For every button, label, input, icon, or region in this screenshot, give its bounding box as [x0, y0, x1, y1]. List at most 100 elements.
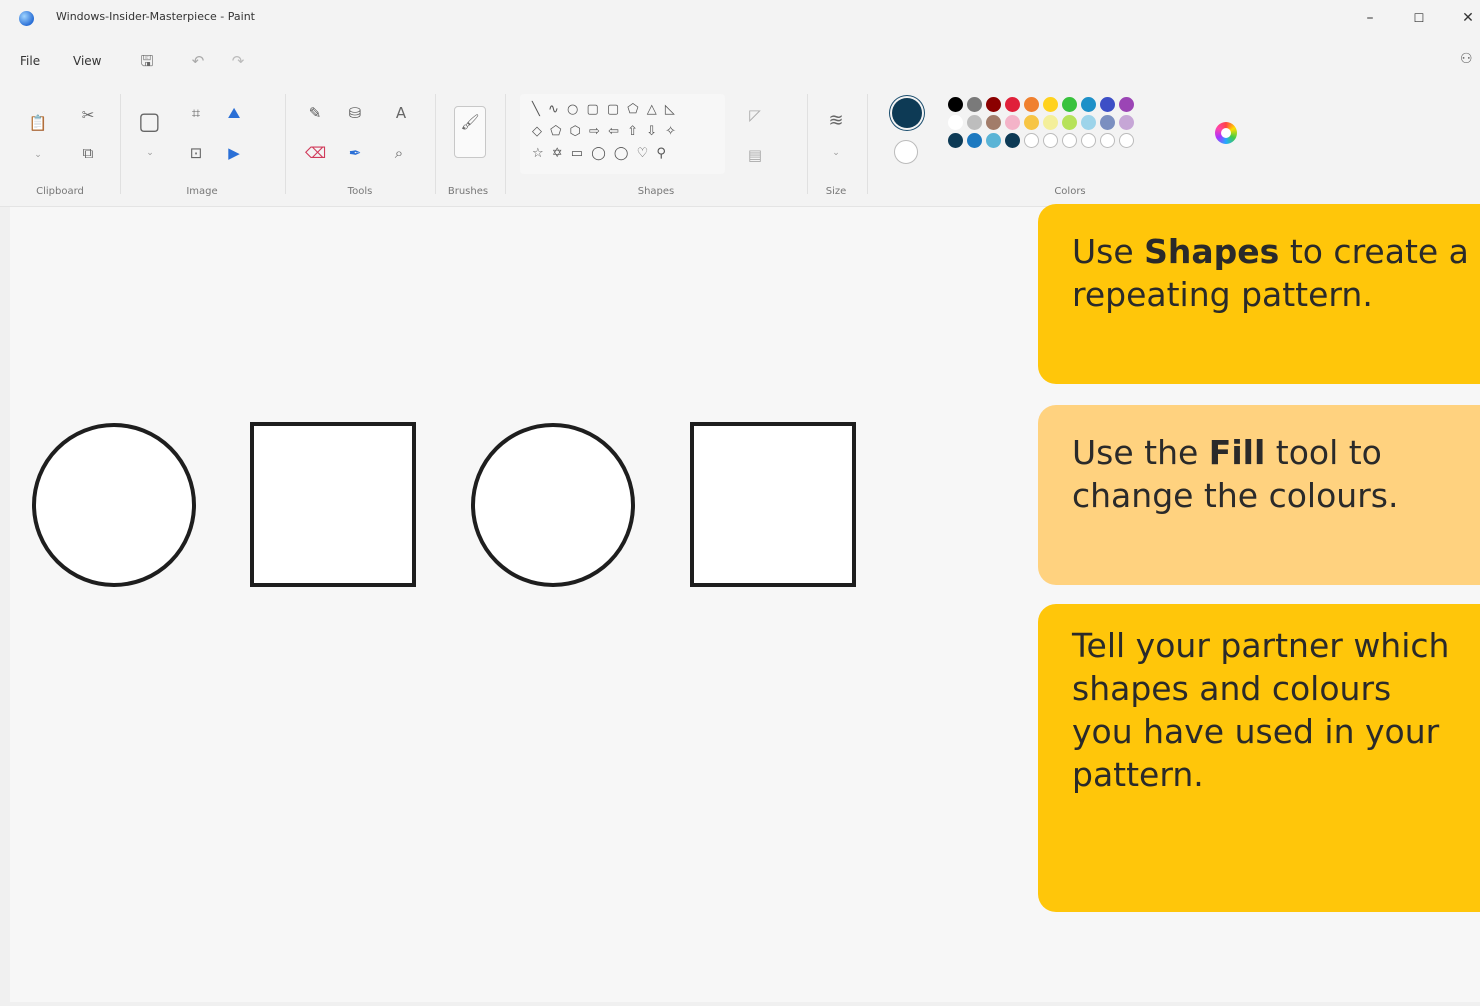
color-swatch[interactable] — [1005, 115, 1020, 130]
color-swatch[interactable] — [1100, 115, 1115, 130]
magnifier-icon[interactable]: ⌕ — [389, 144, 409, 162]
color-swatch[interactable] — [1119, 133, 1134, 148]
color-swatch[interactable] — [1005, 133, 1020, 148]
ribbon-separator — [120, 94, 121, 194]
brushes-group: 🖌 Brushes — [437, 84, 499, 207]
color-swatch[interactable] — [1119, 115, 1134, 130]
color-swatch[interactable] — [1024, 115, 1039, 130]
window-title: Windows-Insider-Masterpiece - Paint — [56, 10, 255, 23]
circle-shape[interactable] — [471, 423, 635, 587]
circle-shape[interactable] — [32, 423, 196, 587]
crop-icon[interactable]: ⌗ — [186, 104, 206, 122]
rotate-icon[interactable]: ▶ — [224, 144, 244, 162]
shapes-row-2[interactable]: ◇ ⬠ ⬡ ⇨ ⇦ ⇧ ⇩ ✧ — [532, 124, 678, 139]
color-swatch[interactable] — [1005, 97, 1020, 112]
clipboard-group: 📋 ⌄ ✂ ⧉ Clipboard — [0, 84, 120, 207]
minimize-button[interactable]: – — [1350, 4, 1390, 32]
square-shape[interactable] — [250, 422, 416, 587]
color-swatch[interactable] — [1100, 97, 1115, 112]
save-icon[interactable]: 🖫 — [137, 51, 157, 71]
select-dropdown-icon[interactable]: ⌄ — [140, 144, 160, 162]
color-swatch[interactable] — [1024, 133, 1039, 148]
color-swatch[interactable] — [986, 115, 1001, 130]
group-label-tools: Tools — [347, 186, 373, 197]
shapes-gallery[interactable]: ╲ ∿ ○ ▢ ▢ ⬠ △ ◺ ◇ ⬠ ⬡ ⇨ ⇦ ⇧ ⇩ ✧ ☆ ✡ ▭ ◯ … — [520, 94, 725, 174]
shapes-row-3[interactable]: ☆ ✡ ▭ ◯ ◯ ♡ ⚲ — [532, 146, 668, 161]
color-swatch[interactable] — [967, 133, 982, 148]
image-select-icon[interactable]: ⊡ — [186, 144, 206, 162]
color-swatch[interactable] — [1043, 115, 1058, 130]
card-line: Tell your partner which — [1072, 626, 1450, 665]
text-tool-icon[interactable]: A — [391, 104, 411, 122]
redo-icon[interactable]: ↷ — [228, 51, 248, 71]
palette-row — [948, 133, 1134, 148]
menu-view[interactable]: View — [73, 54, 101, 68]
group-label-brushes: Brushes — [447, 186, 489, 197]
copy-icon[interactable]: ⧉ — [78, 144, 98, 162]
title-bar: Windows-Insider-Masterpiece - Paint – ☐ … — [0, 0, 1480, 38]
edit-colors-icon[interactable] — [1215, 122, 1237, 144]
size-group: ≋ ⌄ Size — [807, 84, 865, 207]
group-label-colors: Colors — [1054, 186, 1086, 197]
cut-icon[interactable]: ✂ — [78, 106, 98, 124]
palette-row — [948, 115, 1134, 130]
ribbon-separator — [867, 94, 868, 194]
shapes-group: ╲ ∿ ○ ▢ ▢ ⬠ △ ◺ ◇ ⬠ ⬡ ⇨ ⇦ ⇧ ⇩ ✧ ☆ ✡ ▭ ◯ … — [505, 84, 807, 207]
shape-outline-icon[interactable]: ◸ — [745, 106, 765, 124]
color-swatch[interactable] — [1100, 133, 1115, 148]
instruction-card-shapes: Use Shapes to create a repeating pattern… — [1038, 204, 1480, 384]
instruction-card-fill: Use the Fill tool to change the colours. — [1038, 405, 1480, 585]
color-swatch[interactable] — [1119, 97, 1134, 112]
close-button[interactable]: ✕ — [1448, 4, 1480, 32]
card-text: Use — [1072, 232, 1145, 271]
primary-color[interactable] — [892, 98, 922, 128]
color-swatch[interactable] — [948, 97, 963, 112]
color-swatch[interactable] — [948, 133, 963, 148]
color-swatch[interactable] — [1043, 97, 1058, 112]
color-swatch[interactable] — [967, 115, 982, 130]
color-swatch[interactable] — [986, 97, 1001, 112]
card-line: you have used in your — [1072, 712, 1440, 751]
menu-bar: File View 🖫 ↶ ↷ ⚇ — [0, 38, 1480, 84]
color-swatch[interactable] — [1043, 133, 1058, 148]
maximize-button[interactable]: ☐ — [1399, 4, 1439, 32]
card-text: Use the — [1072, 433, 1209, 472]
color-picker-icon[interactable]: ✒ — [345, 144, 365, 162]
color-palette — [948, 97, 1134, 151]
brushes-button[interactable]: 🖌 — [454, 106, 486, 158]
eraser-icon[interactable]: ⌫ — [305, 144, 326, 162]
card-line: repeating pattern. — [1072, 275, 1373, 314]
account-icon[interactable]: ⚇ — [1460, 51, 1473, 67]
group-label-clipboard: Clipboard — [36, 186, 84, 197]
shapes-row-1[interactable]: ╲ ∿ ○ ▢ ▢ ⬠ △ ◺ — [532, 102, 677, 117]
menu-file[interactable]: File — [20, 54, 40, 68]
color-swatch[interactable] — [1062, 115, 1077, 130]
card-line: shapes and colours — [1072, 669, 1392, 708]
image-group: ▢ ⌄ ⌗ ⊡ ⛰ ▶ Image — [122, 84, 282, 207]
size-dropdown-icon[interactable]: ⌄ — [826, 144, 846, 162]
secondary-color[interactable] — [894, 140, 918, 164]
fill-bucket-icon[interactable]: ⛁ — [345, 104, 365, 122]
ribbon: 📋 ⌄ ✂ ⧉ Clipboard ▢ ⌄ ⌗ ⊡ ⛰ ▶ Image ✎ ⛁ … — [0, 84, 1480, 207]
color-swatch[interactable] — [1062, 133, 1077, 148]
color-swatch[interactable] — [1081, 133, 1096, 148]
line-size-icon[interactable]: ≋ — [826, 112, 846, 130]
shape-fill-icon[interactable]: ▤ — [745, 146, 765, 164]
color-swatch[interactable] — [986, 133, 1001, 148]
select-icon[interactable]: ▢ — [138, 109, 161, 133]
color-swatch[interactable] — [1062, 97, 1077, 112]
color-swatch[interactable] — [967, 97, 982, 112]
color-swatch[interactable] — [1081, 115, 1096, 130]
undo-icon[interactable]: ↶ — [188, 51, 208, 71]
paste-icon[interactable]: 📋 — [28, 114, 48, 132]
resize-icon[interactable]: ⛰ — [224, 104, 244, 122]
color-swatch[interactable] — [1081, 97, 1096, 112]
color-swatch[interactable] — [948, 115, 963, 130]
color-swatch[interactable] — [1024, 97, 1039, 112]
palette-row — [948, 97, 1134, 112]
paste-dropdown-icon[interactable]: ⌄ — [28, 146, 48, 164]
pencil-icon[interactable]: ✎ — [305, 104, 325, 122]
paint-app-icon — [19, 11, 34, 26]
instruction-card-partner: Tell your partner which shapes and colou… — [1038, 604, 1480, 912]
square-shape[interactable] — [690, 422, 856, 587]
